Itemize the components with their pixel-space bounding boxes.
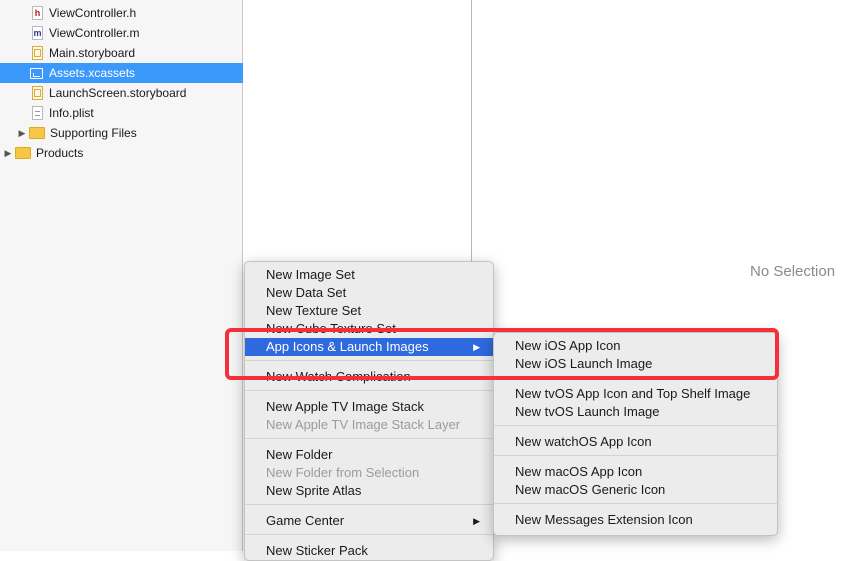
menu-item-new-sticker-pack[interactable]: New Sticker Pack — [245, 542, 493, 560]
menu-item-new-cube-texture-set[interactable]: New Cube Texture Set — [245, 320, 493, 338]
submenu-item-new-ios-launch-image[interactable]: New iOS Launch Image — [494, 355, 777, 373]
project-navigator: h ViewController.h m ViewController.m Ma… — [0, 0, 272, 551]
menu-separator — [494, 503, 777, 504]
menu-item-game-center[interactable]: Game Center ▶ — [245, 512, 493, 530]
group-row-products[interactable]: ▶ Products — [0, 143, 245, 163]
submenu-item-new-ios-app-icon[interactable]: New iOS App Icon — [494, 337, 777, 355]
file-row-info-plist[interactable]: Info.plist — [0, 103, 274, 123]
submenu-arrow-icon: ▶ — [473, 342, 480, 352]
menu-separator — [245, 504, 493, 505]
menu-separator — [245, 360, 493, 361]
menu-item-label: App Icons & Launch Images — [266, 339, 429, 354]
submenu-item-new-macos-generic-icon[interactable]: New macOS Generic Icon — [494, 481, 777, 499]
file-label: ViewController.h — [49, 6, 137, 20]
menu-item-app-icons-launch-images[interactable]: App Icons & Launch Images ▶ — [245, 338, 493, 356]
menu-separator — [245, 390, 493, 391]
objc-file-icon: m — [32, 26, 43, 40]
menu-item-new-texture-set[interactable]: New Texture Set — [245, 302, 493, 320]
group-row-supporting-files[interactable]: ▶ Supporting Files — [0, 123, 259, 143]
file-row-main-storyboard[interactable]: Main.storyboard — [0, 43, 274, 63]
submenu-arrow-icon: ▶ — [473, 516, 480, 526]
no-selection-label: No Selection — [750, 263, 836, 280]
file-row-assets-xcassets[interactable]: Assets.xcassets — [0, 63, 272, 83]
submenu-item-new-messages-extension-icon[interactable]: New Messages Extension Icon — [494, 511, 777, 529]
folder-icon — [15, 147, 31, 159]
submenu-item-new-macos-app-icon[interactable]: New macOS App Icon — [494, 463, 777, 481]
file-label: ViewController.m — [49, 26, 140, 40]
menu-separator — [494, 425, 777, 426]
disclosure-triangle-icon[interactable]: ▶ — [3, 148, 13, 159]
menu-separator — [245, 438, 493, 439]
plist-file-icon — [32, 106, 43, 120]
menu-item-label: Game Center — [266, 513, 345, 528]
menu-item-new-image-set[interactable]: New Image Set — [245, 266, 493, 284]
storyboard-file-icon — [32, 46, 43, 60]
submenu-item-new-tvos-launch-image[interactable]: New tvOS Launch Image — [494, 403, 777, 421]
file-label: LaunchScreen.storyboard — [49, 86, 187, 100]
file-label: Main.storyboard — [49, 46, 136, 60]
menu-separator — [494, 377, 777, 378]
menu-item-new-data-set[interactable]: New Data Set — [245, 284, 493, 302]
group-label: Products — [36, 146, 84, 160]
disclosure-triangle-icon[interactable]: ▶ — [17, 128, 27, 139]
menu-item-new-folder-from-selection: New Folder from Selection — [266, 465, 420, 480]
menu-item-new-folder[interactable]: New Folder — [245, 446, 493, 464]
storyboard-file-icon — [32, 86, 43, 100]
menu-separator — [245, 534, 493, 535]
file-label: Assets.xcassets — [49, 66, 136, 80]
asset-context-menu: New Image Set New Data Set New Texture S… — [244, 261, 494, 561]
menu-separator — [494, 455, 777, 456]
file-row-viewcontroller-h[interactable]: h ViewController.h — [0, 3, 274, 23]
submenu-item-new-tvos-app-icon[interactable]: New tvOS App Icon and Top Shelf Image — [494, 385, 777, 403]
menu-item-new-sprite-atlas[interactable]: New Sprite Atlas — [245, 482, 493, 500]
group-label: Supporting Files — [50, 126, 137, 140]
app-icons-submenu: New iOS App Icon New iOS Launch Image Ne… — [493, 332, 778, 536]
menu-item-new-apple-tv-image-stack-layer: New Apple TV Image Stack Layer — [266, 417, 461, 432]
submenu-item-new-watchos-app-icon[interactable]: New watchOS App Icon — [494, 433, 777, 451]
header-file-icon: h — [32, 6, 43, 20]
menu-item-new-apple-tv-image-stack[interactable]: New Apple TV Image Stack — [245, 398, 493, 416]
asset-catalog-icon — [30, 67, 43, 79]
folder-icon — [29, 127, 45, 139]
menu-item-new-watch-complication[interactable]: New Watch Complication — [245, 368, 493, 386]
file-row-launchscreen-storyboard[interactable]: LaunchScreen.storyboard — [0, 83, 274, 103]
file-row-viewcontroller-m[interactable]: m ViewController.m — [0, 23, 274, 43]
file-label: Info.plist — [49, 106, 94, 120]
